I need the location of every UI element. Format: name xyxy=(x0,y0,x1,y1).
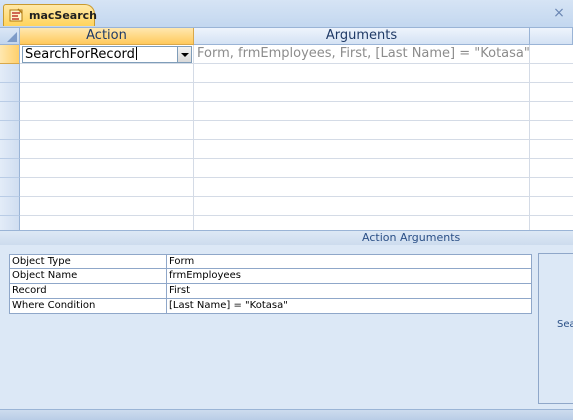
close-icon[interactable]: × xyxy=(552,6,566,20)
column-header-arguments[interactable]: Arguments xyxy=(194,28,530,45)
dropdown-button[interactable] xyxy=(177,47,191,62)
arguments-value: Form, frmEmployees, First, [Last Name] =… xyxy=(197,46,530,61)
row-selector-column xyxy=(0,45,20,230)
table-row[interactable] xyxy=(20,121,573,140)
macro-design-grid: Action Arguments SearchForRecord Form, f… xyxy=(0,28,573,230)
column-header-action[interactable]: Action xyxy=(20,28,194,45)
action-arguments-pane: Object Type Form Object Name frmEmployee… xyxy=(0,245,573,409)
table-row[interactable] xyxy=(20,197,573,216)
table-row[interactable] xyxy=(20,216,573,230)
document-tab-strip: macSearch × xyxy=(0,0,573,28)
macro-icon xyxy=(9,8,23,22)
row-selector[interactable] xyxy=(0,102,20,121)
action-arguments-title: Action Arguments xyxy=(362,231,461,244)
property-row: Where Condition [Last Name] = "Kotasa" xyxy=(9,299,533,314)
where-condition-field[interactable]: [Last Name] = "Kotasa" xyxy=(166,299,532,314)
property-label: Where Condition xyxy=(9,299,166,314)
record-field[interactable]: First xyxy=(166,284,532,299)
row-selector[interactable] xyxy=(0,83,20,102)
text-caret xyxy=(135,47,137,60)
table-row[interactable]: SearchForRecord Form, frmEmployees, Firs… xyxy=(20,45,573,64)
action-value: SearchForRecord xyxy=(25,47,135,62)
property-label: Object Type xyxy=(9,254,166,269)
help-panel: Sea xyxy=(538,253,573,404)
property-row: Object Name frmEmployees xyxy=(9,269,533,284)
help-text: Sea xyxy=(557,319,573,330)
table-row[interactable] xyxy=(20,178,573,197)
object-type-field[interactable]: Form xyxy=(166,254,532,269)
property-sheet: Object Type Form Object Name frmEmployee… xyxy=(9,254,533,314)
property-label: Object Name xyxy=(9,269,166,284)
row-selector[interactable] xyxy=(0,121,20,140)
row-selector[interactable] xyxy=(0,159,20,178)
row-selector[interactable] xyxy=(0,216,20,230)
row-selector[interactable] xyxy=(0,64,20,83)
property-row: Record First xyxy=(9,284,533,299)
property-row: Object Type Form xyxy=(9,254,533,269)
row-selector[interactable] xyxy=(0,197,20,216)
tab-macsearch[interactable]: macSearch xyxy=(3,4,97,26)
column-header-blank xyxy=(530,28,573,45)
table-row[interactable] xyxy=(20,64,573,83)
row-selector[interactable] xyxy=(0,140,20,159)
macro-rows: SearchForRecord Form, frmEmployees, Firs… xyxy=(20,45,573,230)
chevron-down-icon xyxy=(181,53,189,57)
table-row[interactable] xyxy=(20,159,573,178)
table-row[interactable] xyxy=(20,102,573,121)
select-all-corner[interactable] xyxy=(0,28,20,45)
table-row[interactable] xyxy=(20,83,573,102)
status-bar xyxy=(0,409,573,420)
action-combobox[interactable]: SearchForRecord xyxy=(22,46,192,63)
row-selector[interactable] xyxy=(0,178,20,197)
object-name-field[interactable]: frmEmployees xyxy=(166,269,532,284)
table-row[interactable] xyxy=(20,140,573,159)
row-selector[interactable] xyxy=(0,45,20,64)
pane-splitter[interactable]: Action Arguments xyxy=(0,230,573,246)
tab-label: macSearch xyxy=(29,9,97,22)
property-label: Record xyxy=(9,284,166,299)
